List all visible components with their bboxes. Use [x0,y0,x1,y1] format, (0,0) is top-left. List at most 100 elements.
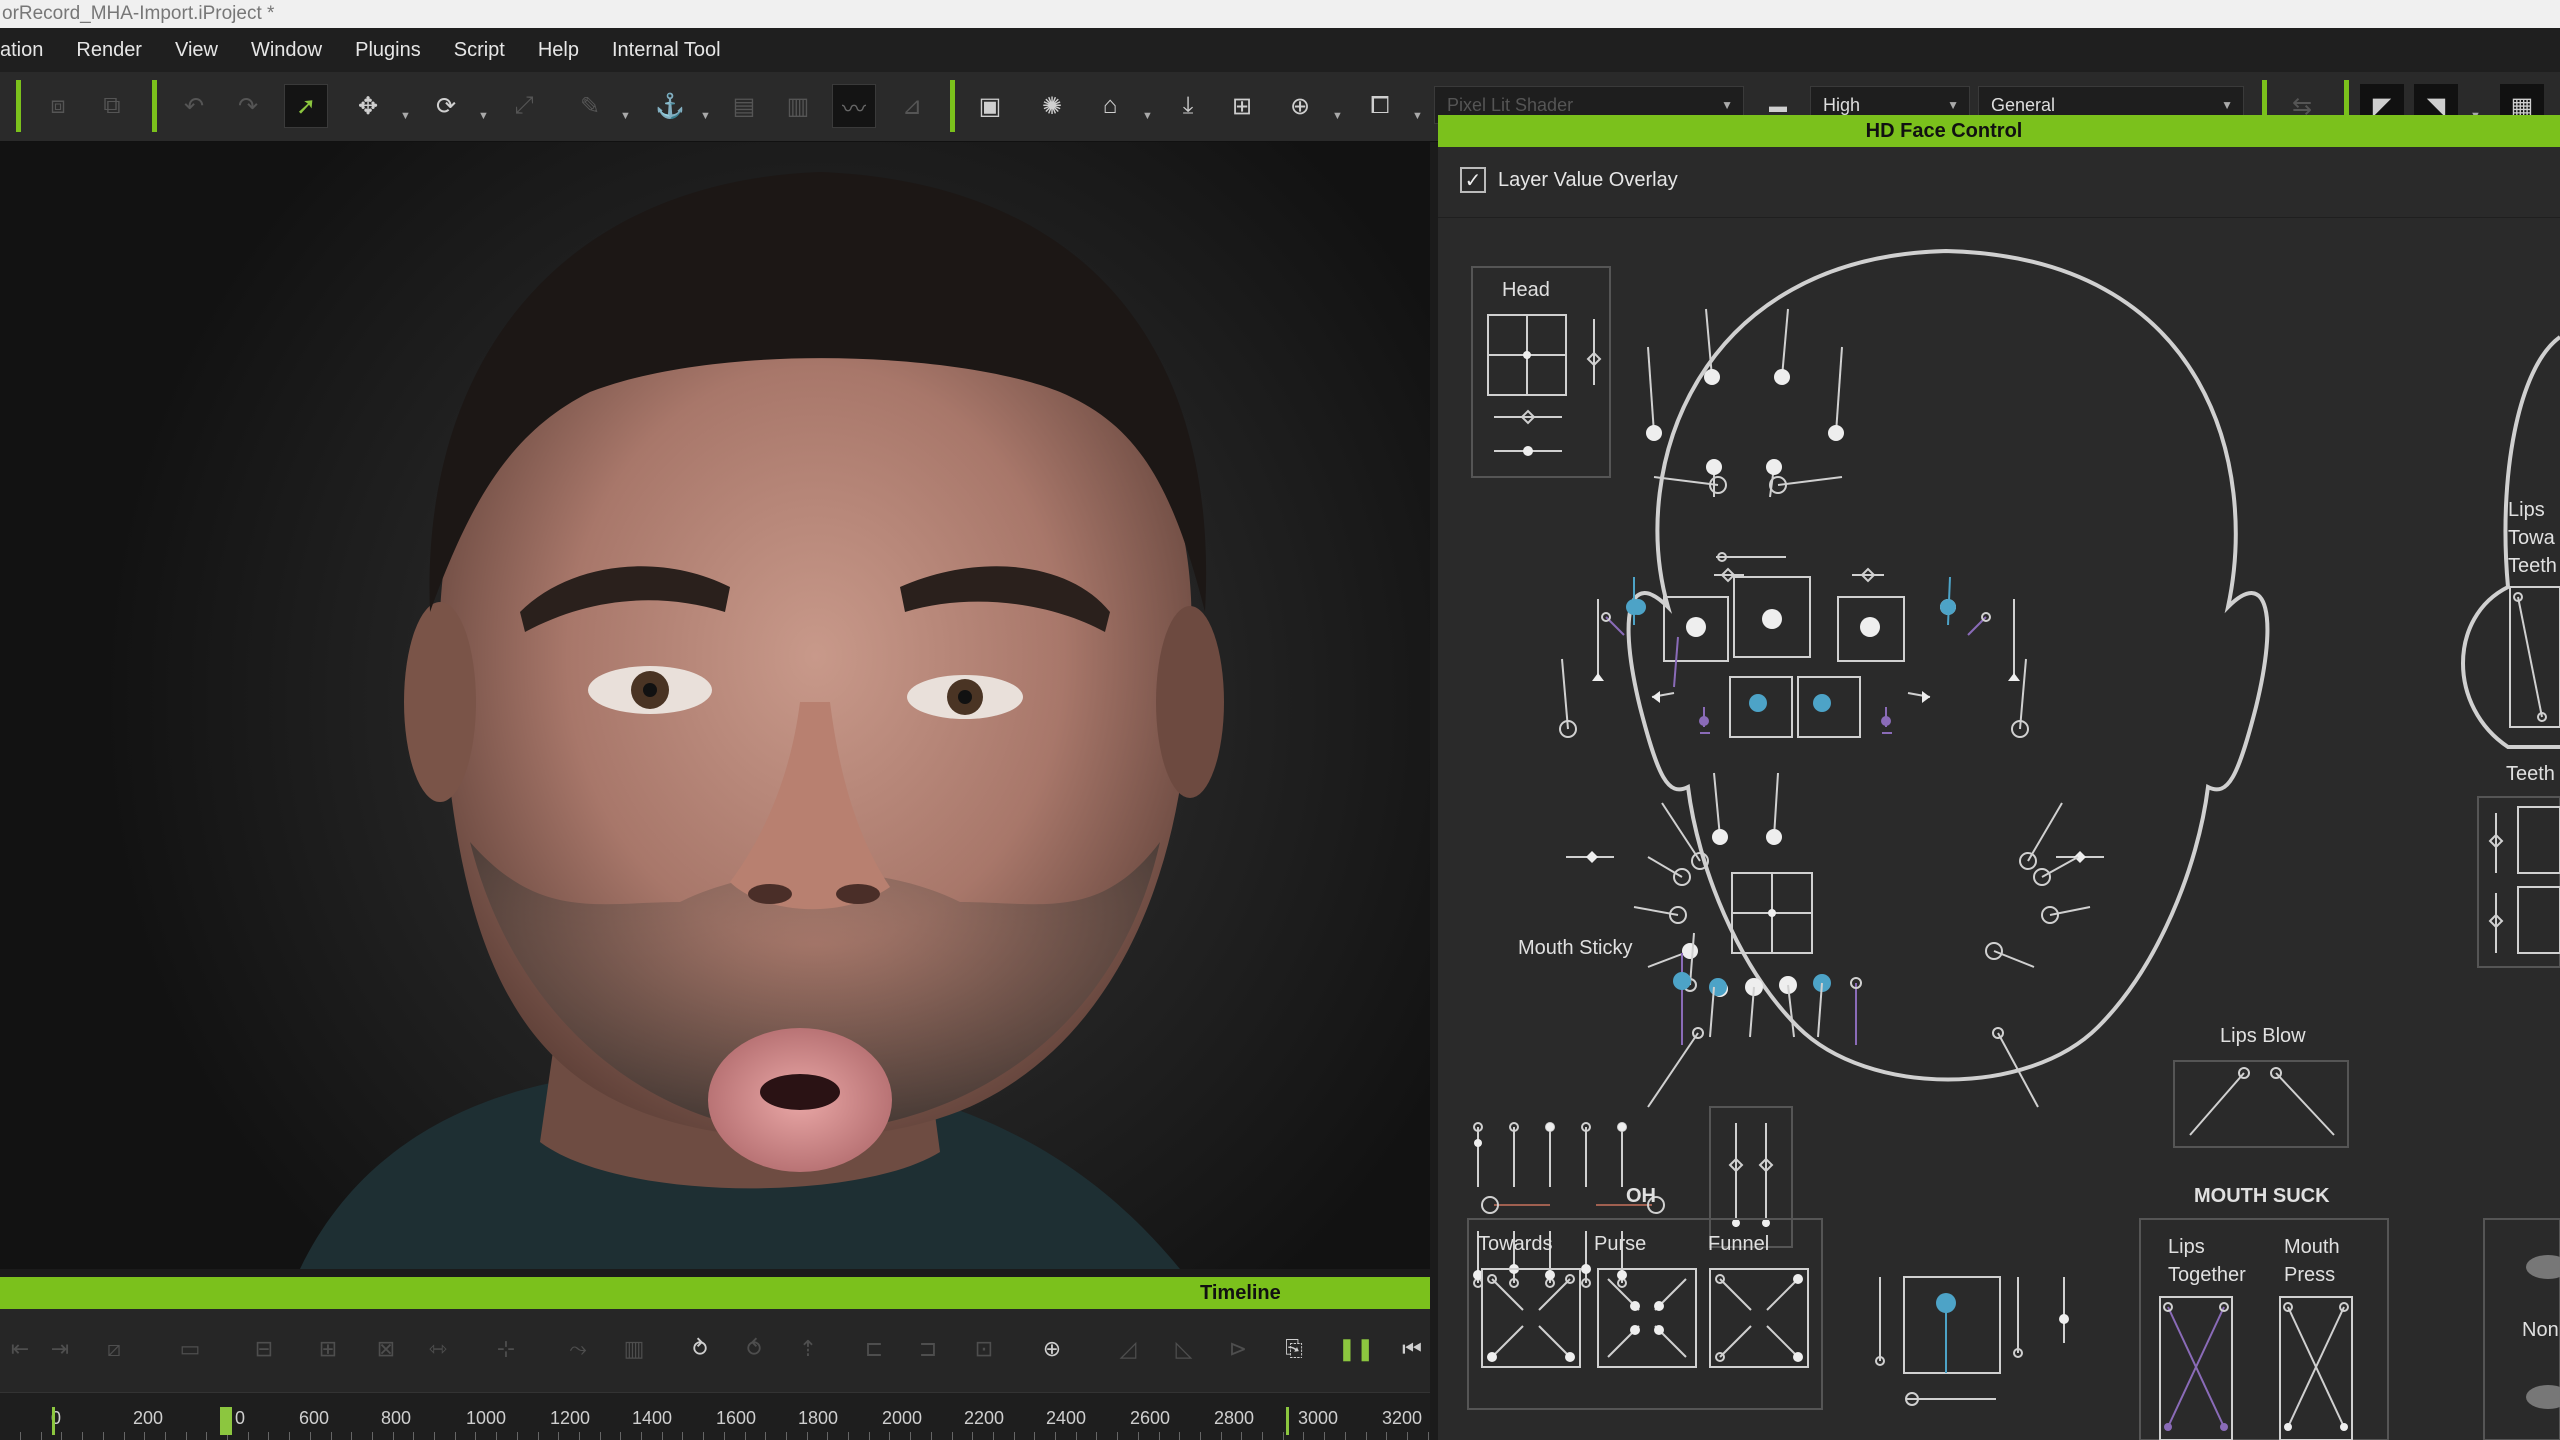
control-handle[interactable] [1652,691,1660,703]
menu-script[interactable]: Script [454,39,505,62]
lips-preset-icon[interactable] [2526,1255,2560,1279]
zoom-icon[interactable]: ⊕ [1034,1331,1070,1367]
frame-all-icon[interactable]: ⊞ [1220,84,1264,128]
control-handle[interactable] [1768,909,1776,917]
control-handle[interactable] [1766,459,1782,475]
timeline-tool-icon[interactable]: ⥀ [736,1331,772,1367]
control-handle[interactable] [1699,716,1709,726]
control-box[interactable] [2509,586,2560,728]
control-handle[interactable] [1828,425,1844,441]
menu-window[interactable]: Window [251,39,322,62]
rotate-tool-icon[interactable]: ⟳ [424,84,468,128]
control-handle[interactable] [2074,851,2086,863]
menu-plugins[interactable]: Plugins [355,39,421,62]
menu-help[interactable]: Help [538,39,579,62]
control-handle[interactable] [1617,1270,1627,1280]
pause-icon[interactable]: ❚❚ [1338,1331,1375,1367]
control-handle[interactable] [1654,1301,1664,1311]
chevron-down-icon[interactable]: ▼ [700,110,711,122]
timeline-tool-icon[interactable]: ⊏ [856,1331,892,1367]
undo-icon[interactable]: ↶ [172,84,216,128]
timeline-tool-icon[interactable]: ⇿ [420,1331,456,1367]
timeline-tool-icon[interactable]: ⊠ [368,1331,404,1367]
home-icon[interactable]: ⌂ [1088,84,1132,128]
playhead-marker[interactable] [220,1407,232,1435]
control-handle[interactable] [1581,1264,1591,1274]
control-handle[interactable] [2220,1423,2228,1431]
redo-icon[interactable]: ↷ [226,84,270,128]
control-handle[interactable] [1646,425,1662,441]
3d-viewport[interactable] [0,142,1430,1269]
control-handle[interactable] [1860,617,1880,637]
timeline-tool-icon[interactable]: ⇡ [790,1331,826,1367]
chevron-down-icon[interactable]: ▼ [620,110,631,122]
snap-icon[interactable]: ▤ [722,84,766,128]
control-handle[interactable] [1793,1274,1803,1284]
control-handle[interactable] [1586,851,1598,863]
pivot-tool-icon[interactable]: ⚓ [648,84,692,128]
control-handle[interactable] [1654,1325,1664,1335]
control-handle[interactable] [1592,673,1604,681]
mesh-display-icon[interactable]: 〰 [832,84,876,128]
control-handle[interactable] [1774,369,1790,385]
control-handle[interactable] [1682,943,1698,959]
control-handle[interactable] [1474,1139,1482,1147]
menu-internal-tool[interactable]: Internal Tool [612,39,721,62]
timeline-tool-icon[interactable]: ⊳ [1220,1331,1256,1367]
menu-animation[interactable]: ation [0,39,43,62]
bone-display-icon[interactable]: ⊿ [890,84,934,128]
timeline-tool-icon[interactable]: ⊞ [310,1331,346,1367]
control-handle[interactable] [1813,694,1831,712]
control-handle[interactable] [1618,1123,1626,1131]
control-handle[interactable] [1732,1219,1740,1227]
timeline-tool-icon[interactable]: ◺ [1166,1331,1202,1367]
control-handle[interactable] [2164,1423,2172,1431]
control-handle[interactable] [2340,1423,2348,1431]
menu-render[interactable]: Render [76,39,142,62]
chevron-down-icon[interactable]: ▼ [1412,110,1423,122]
timeline-tool-icon[interactable]: ⤳ [560,1331,596,1367]
control-handle[interactable] [1881,716,1891,726]
align-icon[interactable]: ⧈ [36,84,80,128]
timeline-tool-icon[interactable]: ⊹ [488,1331,524,1367]
control-handle[interactable] [2284,1423,2292,1431]
chevron-down-icon[interactable]: ▼ [1142,110,1153,122]
control-handle[interactable] [1709,978,1727,996]
timeline-tool-icon[interactable]: ◿ [1110,1331,1146,1367]
control-handle[interactable] [1546,1123,1554,1131]
lips-sync-icon[interactable]: ⥁ [682,1331,718,1367]
timeline-tool-icon[interactable]: ⇤ [2,1331,38,1367]
paint-tool-icon[interactable]: ✎ [568,84,612,128]
timeline-tool-icon[interactable]: ▭ [172,1331,208,1367]
control-handle[interactable] [1793,1352,1803,1362]
timeline-tool-icon[interactable]: ⊐ [910,1331,946,1367]
lips-preset-icon[interactable] [2526,1385,2560,1409]
timeline-ruler[interactable]: 0 200 0 600 800 1000 1200 1400 1600 1800 2000 2200 2… [0,1392,1430,1440]
control-box[interactable] [1903,1276,2001,1374]
chevron-down-icon[interactable]: ▼ [1332,110,1343,122]
control-handle[interactable] [1630,1301,1640,1311]
grid-snap-icon[interactable]: ▥ [776,84,820,128]
control-handle[interactable] [1762,609,1782,629]
timeline-tool-icon[interactable]: ▥ [616,1331,652,1367]
select-tool-icon[interactable]: ➚ [284,84,328,128]
control-handle[interactable] [1712,829,1728,845]
control-box[interactable] [2517,886,2560,954]
control-handle[interactable] [1523,351,1531,359]
timeline-tool-icon[interactable]: ⊟ [246,1331,282,1367]
chevron-down-icon[interactable]: ▼ [478,110,489,122]
control-box[interactable] [2517,806,2560,874]
move-tool-icon[interactable]: ✥ [346,84,390,128]
menu-view[interactable]: View [175,39,218,62]
range-end-marker[interactable] [1286,1407,1289,1435]
timeline-tool-icon[interactable]: ⊡ [966,1331,1002,1367]
control-handle[interactable] [1565,1352,1575,1362]
viewport-layout-icon[interactable]: ▣ [968,84,1012,128]
control-handle[interactable] [2008,673,2020,681]
timeline-tool-icon[interactable]: ⇥ [42,1331,78,1367]
control-handle[interactable] [2059,1314,2069,1324]
control-handle[interactable] [1922,691,1930,703]
control-handle[interactable] [1706,459,1722,475]
control-handle[interactable] [1704,369,1720,385]
distribute-icon[interactable]: ⧉ [90,84,134,128]
